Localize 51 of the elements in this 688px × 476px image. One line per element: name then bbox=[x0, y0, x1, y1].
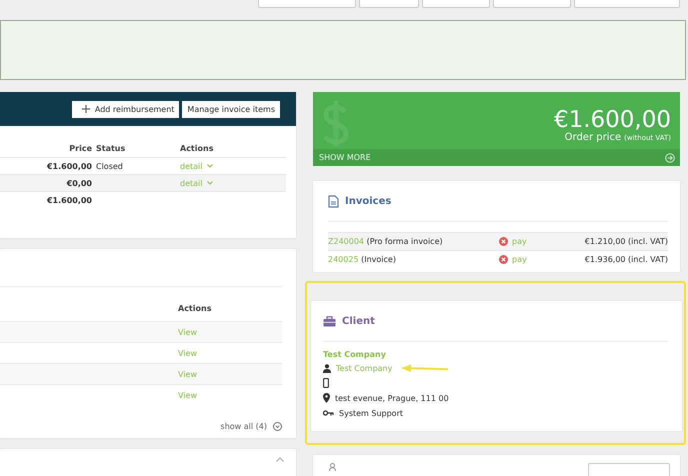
phone-icon bbox=[323, 378, 329, 388]
owner-text: System Support bbox=[339, 408, 403, 418]
show-more-link[interactable]: SHOW MORE bbox=[313, 149, 680, 166]
person-icon bbox=[323, 364, 331, 372]
plus-icon bbox=[82, 105, 90, 113]
detail-link[interactable]: detail bbox=[180, 162, 202, 170]
location-pin-icon bbox=[323, 393, 330, 403]
cross-circle-icon bbox=[499, 237, 508, 246]
invoice-number-link[interactable]: Z240004 bbox=[328, 237, 364, 246]
company-link[interactable]: Test Company bbox=[323, 350, 668, 359]
invoice-amount: €1.210,00 (incl. VAT) bbox=[584, 237, 668, 246]
price-label: Order price bbox=[564, 132, 622, 143]
header-button[interactable]: Add reimbursement bbox=[72, 100, 180, 118]
detail-link[interactable]: detail bbox=[180, 178, 202, 188]
chevron-circle-icon bbox=[273, 422, 282, 431]
show-all-link[interactable]: show all (4) bbox=[0, 422, 282, 431]
dollar-icon bbox=[321, 100, 351, 148]
contact-link[interactable]: Test Company bbox=[336, 364, 392, 372]
invoice-number-link[interactable]: 240025 bbox=[328, 255, 359, 264]
caret-down-icon bbox=[207, 181, 214, 185]
view-link[interactable]: View bbox=[178, 390, 197, 400]
invoice-type: (Pro forma invoice) bbox=[366, 237, 443, 246]
view-link[interactable]: View bbox=[178, 348, 197, 358]
column-header: Status bbox=[95, 144, 126, 153]
header-button[interactable]: Manage invoice items bbox=[182, 100, 280, 118]
briefcase-icon bbox=[323, 316, 336, 326]
panel-title: Client bbox=[342, 316, 375, 326]
key-icon bbox=[323, 410, 334, 416]
table-cell-text: Closed bbox=[95, 162, 124, 170]
person-icon bbox=[329, 463, 336, 471]
caret-up-icon bbox=[276, 457, 284, 462]
column-header: Actions bbox=[180, 144, 214, 153]
document-icon bbox=[328, 194, 339, 208]
view-link[interactable]: View bbox=[178, 370, 197, 378]
caret-down-icon bbox=[207, 164, 214, 168]
arrow-circle-icon bbox=[665, 152, 675, 162]
address-text: test evenue, Prague, 111 00 bbox=[335, 394, 449, 402]
view-link[interactable]: View bbox=[178, 328, 197, 336]
column-header: Actions bbox=[178, 304, 212, 312]
invoice-type: (Invoice) bbox=[360, 255, 396, 264]
panel-title: Invoices bbox=[345, 196, 392, 206]
cross-circle-icon bbox=[499, 255, 508, 264]
column-header: Price bbox=[68, 144, 92, 153]
price-amount: €1.600,00 bbox=[552, 108, 671, 132]
invoice-amount: €1.936,00 (incl. VAT) bbox=[584, 255, 668, 264]
pay-link[interactable]: pay bbox=[512, 255, 527, 264]
pay-link[interactable]: pay bbox=[512, 237, 527, 246]
arrow-icon bbox=[400, 364, 450, 372]
table-cell-text: €0,00 bbox=[66, 178, 92, 188]
table-cell-text: €1.600,00 bbox=[46, 162, 92, 170]
total-cell-text: €1.600,00 bbox=[46, 196, 92, 204]
